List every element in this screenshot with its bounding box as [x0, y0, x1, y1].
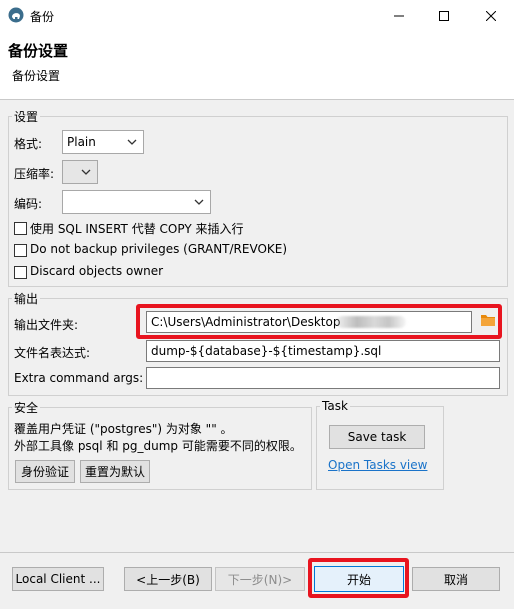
format-select[interactable]: Plain [62, 130, 144, 154]
chevron-down-icon [81, 169, 91, 175]
page-subtitle: 备份设置 [12, 69, 61, 83]
minimize-icon [394, 15, 404, 16]
cancel-button[interactable]: 取消 [412, 567, 500, 591]
compression-select[interactable] [62, 160, 98, 184]
discard-owner-checkbox[interactable] [14, 266, 27, 279]
filename-input[interactable]: dump-${database}-${timestamp}.sql [146, 340, 500, 362]
chevron-down-icon [194, 199, 204, 205]
local-client-button[interactable]: Local Client ... [12, 567, 104, 591]
open-tasks-view-link[interactable]: Open Tasks view [328, 458, 427, 472]
compression-label: 压缩率: [14, 167, 55, 181]
footer-divider [0, 552, 514, 553]
encoding-label: 编码: [14, 197, 43, 211]
security-legend: 安全 [14, 401, 39, 415]
use-insert-label: 使用 SQL INSERT 代替 COPY 来插入行 [30, 222, 244, 236]
use-insert-checkbox[interactable] [14, 222, 27, 235]
extra-args-input[interactable] [146, 367, 500, 389]
save-task-button[interactable]: Save task [329, 425, 425, 449]
format-label: 格式: [14, 137, 43, 151]
wizard-header: 备份设置 备份设置 [0, 31, 514, 100]
maximize-button[interactable] [421, 0, 467, 31]
extra-args-label: Extra command args: [14, 371, 144, 385]
app-elephant-icon [8, 7, 24, 23]
next-button[interactable]: 下一步(N)> [215, 567, 305, 591]
encoding-select[interactable] [62, 190, 211, 214]
security-line-2: 外部工具像 psql 和 pg_dump 可能需要不同的权限。 [14, 439, 302, 453]
reset-default-button[interactable]: 重置为默认 [80, 460, 150, 483]
task-legend: Task [322, 399, 348, 413]
output-legend: 输出 [14, 292, 39, 306]
chevron-down-icon [127, 139, 137, 145]
page-title: 备份设置 [8, 42, 69, 60]
highlight-start-annotation [308, 558, 409, 598]
discard-owner-label: Discard objects owner [30, 264, 164, 278]
close-icon [486, 10, 496, 21]
highlight-folder-annotation [136, 304, 502, 339]
auth-button[interactable]: 身份验证 [15, 460, 75, 483]
window-title: 备份 [30, 10, 55, 24]
prev-button[interactable]: <上一步(B) [124, 567, 212, 591]
filename-label: 文件名表达式: [14, 346, 91, 360]
title-bar: 备份 [0, 0, 514, 31]
minimize-button[interactable] [376, 0, 422, 31]
settings-legend: 设置 [14, 110, 39, 124]
close-button[interactable] [468, 0, 514, 31]
maximize-icon [439, 10, 449, 21]
filename-value: dump-${database}-${timestamp}.sql [151, 344, 382, 358]
output-folder-label: 输出文件夹: [14, 318, 79, 332]
no-privileges-label: Do not backup privileges (GRANT/REVOKE) [30, 242, 288, 256]
format-value: Plain [67, 135, 96, 149]
no-privileges-checkbox[interactable] [14, 244, 27, 257]
security-line-1: 覆盖用户凭证 ("postgres") 为对象 "" 。 [14, 422, 233, 436]
